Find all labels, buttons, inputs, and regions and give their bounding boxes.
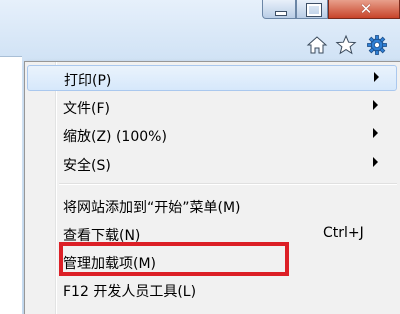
minimize-icon xyxy=(275,11,287,16)
home-icon[interactable] xyxy=(306,34,328,56)
minimize-button[interactable] xyxy=(262,0,296,19)
menu-item-shortcut: Ctrl+J xyxy=(323,225,364,241)
menu-item-zoom[interactable]: 缩放(Z) (100%) xyxy=(27,122,397,148)
menu-item-label: 打印(P) xyxy=(64,73,112,89)
menu-item-safety[interactable]: 安全(S) xyxy=(27,151,397,177)
submenu-arrow-icon xyxy=(374,72,379,82)
menu-item-label: 安全(S) xyxy=(63,158,111,174)
menu-item-label: F12 开发人员工具(L) xyxy=(63,284,197,300)
close-button[interactable]: ✕ xyxy=(328,0,400,19)
highlight-callout-box xyxy=(59,242,289,276)
submenu-arrow-icon xyxy=(373,100,378,110)
tools-menu: 打印(P) 文件(F) 缩放(Z) (100%) 安全(S) 将网站添加到“开始… xyxy=(24,61,400,314)
menu-item-developer-tools[interactable]: F12 开发人员工具(L) xyxy=(27,277,397,303)
maximize-icon xyxy=(306,3,322,17)
browser-window-frame: ✕ 打印(P) 文件(F) 缩放(Z) (100%) 安全(S) 将网站添加到“… xyxy=(0,0,400,314)
menu-item-print[interactable]: 打印(P) xyxy=(27,65,397,91)
tools-gear-icon[interactable] xyxy=(366,34,388,56)
close-icon: ✕ xyxy=(359,0,373,18)
page-content-area xyxy=(0,56,22,314)
menu-item-label: 文件(F) xyxy=(63,101,110,117)
menu-item-add-to-start[interactable]: 将网站添加到“开始”菜单(M) xyxy=(27,193,397,219)
menu-item-label: 将网站添加到“开始”菜单(M) xyxy=(63,200,241,216)
submenu-arrow-icon xyxy=(373,157,378,167)
menu-separator xyxy=(59,183,397,185)
favorites-star-icon[interactable] xyxy=(335,34,357,56)
menu-item-label: 缩放(Z) (100%) xyxy=(63,129,167,145)
menu-item-file[interactable]: 文件(F) xyxy=(27,94,397,120)
submenu-arrow-icon xyxy=(373,128,378,138)
maximize-button[interactable] xyxy=(296,0,328,19)
